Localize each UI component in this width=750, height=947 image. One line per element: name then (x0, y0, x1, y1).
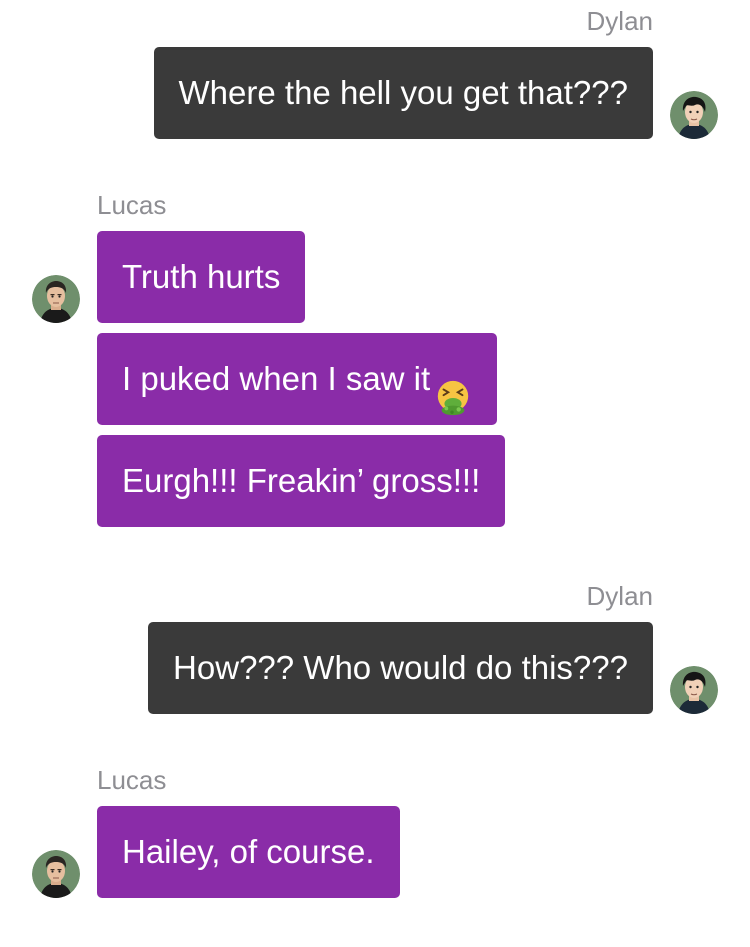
message-text: Truth hurts (122, 258, 281, 295)
vomiting-face-icon (434, 360, 472, 416)
message-bubble[interactable]: Truth hurts (97, 231, 306, 323)
message-text: Eurgh!!! Freakin’ gross!!! (122, 462, 481, 499)
sender-name-lucas: Lucas (97, 190, 167, 220)
message-bubble[interactable]: How??? Who would do this??? (148, 622, 653, 714)
sender-name-dylan: Dylan (586, 6, 653, 36)
message-text: Where the hell you get that??? (178, 74, 628, 111)
sender-name-dylan: Dylan (586, 581, 653, 611)
message-text: How??? Who would do this??? (173, 649, 628, 686)
message-bubble[interactable]: Where the hell you get that??? (153, 47, 653, 139)
message-bubble[interactable]: I puked when I saw it (97, 333, 498, 425)
lucas-avatar-icon[interactable] (32, 275, 80, 323)
sender-name-lucas: Lucas (97, 765, 167, 795)
chat-thread: Dylan Where the hell you get that??? Luc… (0, 0, 750, 947)
dylan-avatar-icon[interactable] (670, 666, 718, 714)
message-text: Hailey, of course. (122, 833, 375, 870)
message-bubble[interactable]: Hailey, of course. (97, 806, 400, 898)
lucas-avatar-icon[interactable] (32, 850, 80, 898)
dylan-avatar-icon[interactable] (670, 91, 718, 139)
message-bubble[interactable]: Eurgh!!! Freakin’ gross!!! (97, 435, 506, 527)
message-text: I puked when I saw it (122, 360, 431, 397)
